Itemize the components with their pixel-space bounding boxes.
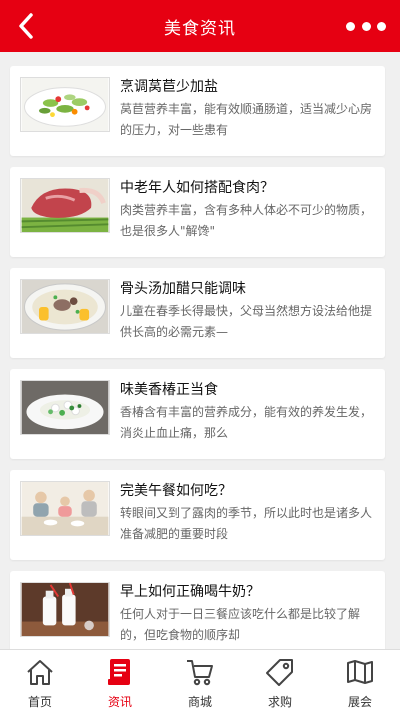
article-title: 烹调莴苣少加盐 xyxy=(120,79,218,95)
article-thumbnail xyxy=(20,178,110,233)
chevron-left-icon xyxy=(19,13,33,39)
tab-label: 资讯 xyxy=(107,695,132,709)
toona-dish-image xyxy=(21,381,109,434)
tab-label: 首页 xyxy=(27,695,52,709)
tab-purchase[interactable]: 求购 xyxy=(240,650,320,713)
map-icon xyxy=(347,660,373,684)
tab-label: 求购 xyxy=(267,695,292,709)
article-thumbnail xyxy=(20,481,110,536)
article-summary: 莴苣营养丰富，能有效顺通肠道，适当减少心房的压力，对一些患有 xyxy=(120,102,373,137)
lettuce-dish-image xyxy=(21,78,109,131)
more-button[interactable] xyxy=(346,14,386,38)
family-lunch-image xyxy=(21,482,109,535)
milk-bottles-image xyxy=(21,583,109,636)
tab-news[interactable]: 资讯 xyxy=(80,650,160,713)
back-button[interactable] xyxy=(10,10,42,42)
tab-label: 商城 xyxy=(187,695,212,709)
more-dots-icon xyxy=(346,21,355,31)
bone-soup-image xyxy=(21,280,109,333)
article-title: 早上如何正确喝牛奶？ xyxy=(120,584,260,600)
app-header: 美食资讯 xyxy=(0,0,400,52)
article-summary: 肉类营养丰富，含有多种人体必不可少的物质，也是很多人"解馋" xyxy=(120,203,373,238)
list-item[interactable]: 烹调莴苣少加盐 莴苣营养丰富，能有效顺通肠道，适当减少心房的压力，对一些患有 xyxy=(10,66,385,156)
list-item[interactable]: 完美午餐如何吃？ 转眼间又到了露肉的季节，所以此时也是诸多人准备减肥的重要时段 xyxy=(10,470,385,560)
tab-label: 展会 xyxy=(347,695,372,709)
article-summary: 儿童在春季长得最快，父母当然想方设法给他提供长高的必需元素— xyxy=(120,304,373,339)
tab-home[interactable]: 首页 xyxy=(0,650,80,713)
tab-mall[interactable]: 商城 xyxy=(160,650,240,713)
article-title: 味美香椿正当食 xyxy=(120,382,218,398)
list-item[interactable]: 骨头汤加醋只能调味 儿童在春季长得最快，父母当然想方设法给他提供长高的必需元素— xyxy=(10,268,385,358)
meat-image xyxy=(21,179,109,232)
list-item[interactable]: 味美香椿正当食 香椿含有丰富的营养成分，能有效的养发生发，消炎止血止痛，那么 xyxy=(10,369,385,459)
article-title: 中老年人如何搭配食肉？ xyxy=(120,180,274,196)
list-item[interactable]: 早上如何正确喝牛奶？ 任何人对于一日三餐应该吃什么都是比较了解的，但吃食物的顺序… xyxy=(10,571,385,649)
article-summary: 转眼间又到了露肉的季节，所以此时也是诸多人准备减肥的重要时段 xyxy=(120,506,373,541)
article-thumbnail xyxy=(20,77,110,132)
article-summary: 香椿含有丰富的营养成分，能有效的养发生发，消炎止血止痛，那么 xyxy=(120,405,373,440)
article-thumbnail xyxy=(20,582,110,637)
article-list: 烹调莴苣少加盐 莴苣营养丰富，能有效顺通肠道，适当减少心房的压力，对一些患有 中… xyxy=(0,52,400,649)
article-summary: 任何人对于一日三餐应该吃什么都是比较了解的，但吃食物的顺序却 xyxy=(120,607,361,642)
bottom-tab-bar: 首页 资讯 商城 求购 展会 xyxy=(0,649,400,713)
home-icon xyxy=(27,660,53,685)
page-title: 美食资讯 xyxy=(164,18,236,39)
list-item[interactable]: 中老年人如何搭配食肉？ 肉类营养丰富，含有多种人体必不可少的物质，也是很多人"解… xyxy=(10,167,385,257)
article-title: 完美午餐如何吃？ xyxy=(120,483,232,499)
tag-icon xyxy=(266,659,293,686)
article-title: 骨头汤加醋只能调味 xyxy=(120,281,246,297)
article-thumbnail xyxy=(20,279,110,334)
article-thumbnail xyxy=(20,380,110,435)
news-icon xyxy=(108,659,130,685)
cart-icon xyxy=(187,660,213,686)
tab-exhibition[interactable]: 展会 xyxy=(320,650,400,713)
